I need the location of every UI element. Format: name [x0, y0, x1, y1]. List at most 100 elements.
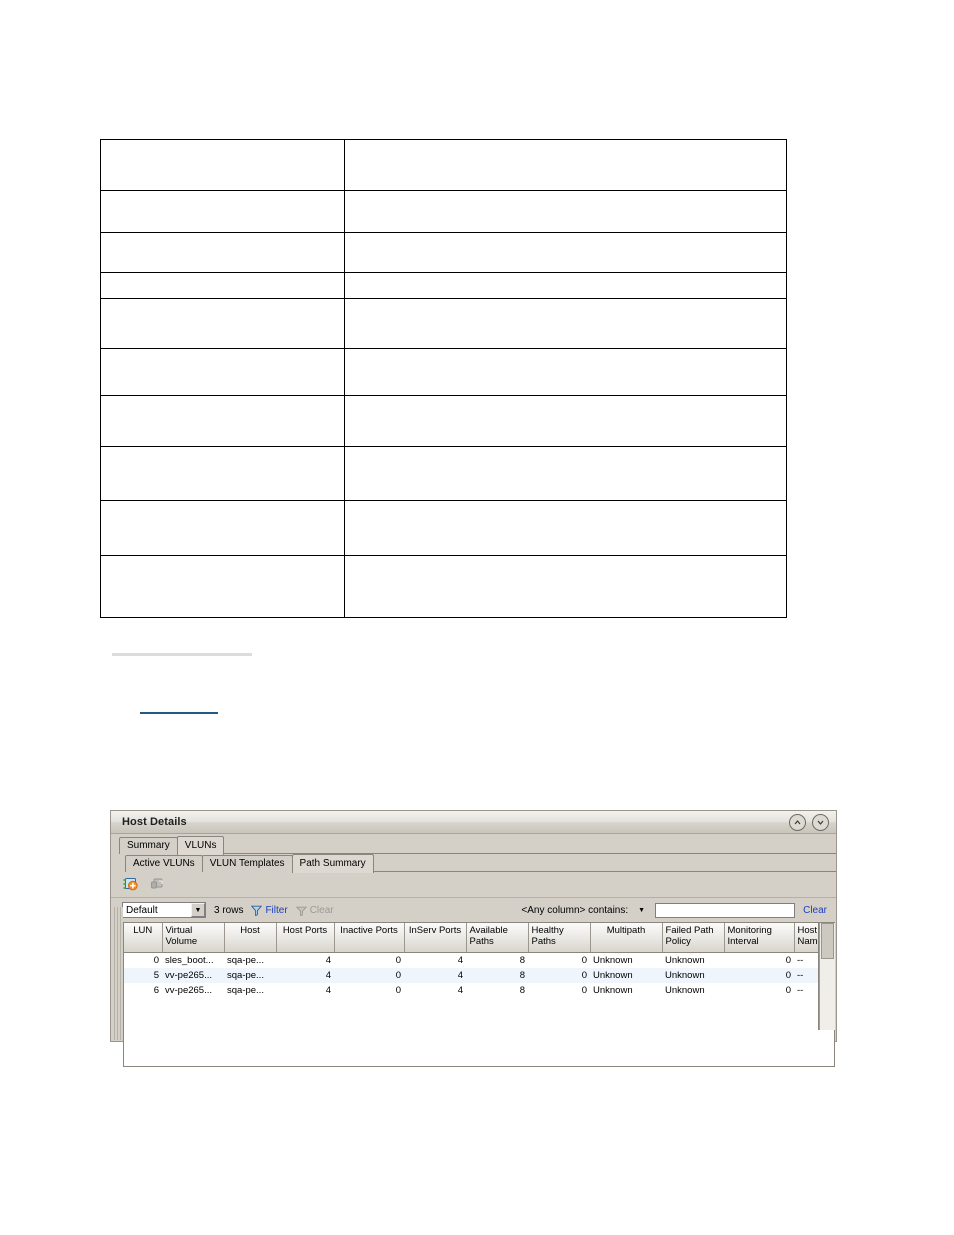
- table-cell-value: [344, 395, 787, 447]
- table-cell-value: [344, 232, 787, 273]
- column-select-chevron-down-icon[interactable]: ▼: [636, 907, 647, 914]
- table-row[interactable]: 6 vv-pe265... sqa-pe... 4 0 4 8 0 Unknow…: [124, 983, 818, 998]
- table-cell-value: [344, 446, 787, 501]
- vertical-scrollbar[interactable]: [819, 923, 835, 1030]
- cell-virtual-volume: vv-pe265...: [165, 985, 212, 996]
- table-cell-label: [100, 232, 345, 273]
- column-header-failed-path-policy[interactable]: Failed Path Policy: [662, 923, 725, 953]
- table-cell-value: [344, 139, 787, 191]
- tab-path-summary[interactable]: Path Summary: [291, 854, 374, 873]
- refresh-paths-icon[interactable]: [123, 877, 139, 892]
- horizontal-divider-rule: [112, 653, 252, 656]
- clear-funnel-icon: [295, 906, 307, 916]
- cell-healthy-paths: 0: [581, 955, 587, 966]
- chevron-down-icon: [817, 820, 824, 825]
- column-header-host-device-name[interactable]: Host Device Name: [794, 923, 818, 953]
- filter-button[interactable]: Filter: [251, 904, 288, 916]
- cell-failed-path-policy: Unknown: [662, 968, 724, 983]
- cell-multipath: Unknown: [590, 968, 662, 983]
- cell-monitoring-interval: 0: [785, 955, 791, 966]
- gutter-line: [114, 907, 115, 1040]
- table-cell-value: [344, 500, 787, 556]
- tab-vluns[interactable]: VLUNs: [176, 836, 225, 855]
- refresh-paths-glyph: [123, 878, 138, 891]
- table-cell-value: [344, 348, 787, 396]
- cell-failed-path-policy: Unknown: [665, 985, 705, 996]
- collapse-icon[interactable]: [789, 814, 806, 831]
- page-title: Host Details: [122, 816, 187, 828]
- export-icon: [150, 877, 166, 892]
- path-summary-table: LUN Virtual Volume Host Host Ports Inact…: [124, 923, 818, 999]
- table-row: [100, 395, 787, 447]
- column-header-multipath[interactable]: Multipath: [590, 923, 663, 953]
- chevron-up-icon: [794, 820, 801, 825]
- search-input[interactable]: [655, 902, 796, 918]
- clear-search-button[interactable]: Clear: [803, 905, 827, 916]
- table-cell-label: [100, 298, 345, 349]
- table-cell-label: [100, 272, 345, 299]
- cell-failed-path-policy: Unknown: [665, 955, 705, 966]
- cell-inactive-ports: 0: [334, 968, 404, 983]
- cell-inserv-ports: 4: [457, 955, 463, 966]
- column-header-virtual-volume[interactable]: Virtual Volume: [162, 923, 225, 953]
- filter-bar: Default ▼ 3 rows Filter Clear <Any colum…: [111, 898, 836, 922]
- panel-titlebar: Host Details: [111, 811, 836, 834]
- column-select-label: <Any column> contains:: [521, 904, 629, 916]
- cell-monitoring-interval: 0: [785, 985, 791, 996]
- primary-tab-strip: Summary VLUNs: [111, 834, 836, 855]
- clear-filter-button[interactable]: Clear: [295, 905, 334, 916]
- cell-virtual-volume: sles_boot...: [165, 955, 214, 966]
- column-header-healthy-paths[interactable]: Healthy Paths: [528, 923, 591, 953]
- cell-available-paths: 8: [519, 955, 525, 966]
- table-body: 0 sles_boot... sqa-pe... 4 0 4 8 0 Unkno…: [124, 953, 818, 999]
- column-header-lun[interactable]: LUN: [124, 923, 163, 953]
- table-row[interactable]: 0 sles_boot... sqa-pe... 4 0 4 8 0 Unkno…: [124, 953, 818, 969]
- cell-healthy-paths: 0: [528, 968, 590, 983]
- primary-tab-filler: [223, 837, 836, 854]
- table-cell-label: [100, 446, 345, 501]
- grid-empty-area: [123, 1030, 835, 1067]
- filter-label: Filter: [265, 904, 288, 916]
- cell-host: sqa-pe...: [227, 955, 264, 966]
- cell-host-device-name: --: [794, 968, 818, 983]
- table-cell-value: [344, 190, 787, 233]
- column-header-inserv-ports[interactable]: InServ Ports: [404, 923, 467, 953]
- cell-healthy-paths: 0: [581, 985, 587, 996]
- cell-lun: 5: [124, 968, 162, 983]
- tab-active-vluns[interactable]: Active VLUNs: [125, 855, 203, 872]
- table-row[interactable]: 5 vv-pe265... sqa-pe... 4 0 4 8 0 Unknow…: [124, 968, 818, 983]
- column-header-host-ports[interactable]: Host Ports: [276, 923, 335, 953]
- column-header-inactive-ports[interactable]: Inactive Ports: [334, 923, 405, 953]
- cell-host-device-name: --: [797, 955, 804, 966]
- column-header-host[interactable]: Host: [224, 923, 277, 953]
- tab-summary[interactable]: Summary: [119, 837, 178, 854]
- funnel-icon: [251, 905, 263, 916]
- titlebar-buttons: [789, 814, 829, 831]
- secondary-tab-strip: Active VLUNs VLUN Templates Path Summary: [111, 854, 836, 873]
- cell-multipath: Unknown: [593, 955, 633, 966]
- scrollbar-thumb[interactable]: [821, 923, 834, 959]
- cross-reference-link-underline[interactable]: [140, 712, 218, 714]
- document-spec-table: [100, 139, 787, 618]
- cell-virtual-volume: vv-pe265...: [162, 968, 224, 983]
- table-header: LUN Virtual Volume Host Host Ports Inact…: [124, 923, 818, 953]
- tab-vlun-templates[interactable]: VLUN Templates: [201, 855, 293, 872]
- column-header-monitoring-interval[interactable]: Monitoring Interval: [724, 923, 795, 953]
- table-cell-label: [100, 555, 345, 618]
- table-row: [100, 500, 787, 556]
- cell-host: sqa-pe...: [224, 968, 276, 983]
- expand-icon[interactable]: [812, 814, 829, 831]
- table-cell-label: [100, 139, 345, 191]
- table-cell-label: [100, 395, 345, 447]
- gutter-line: [117, 907, 118, 1040]
- table-row: [100, 348, 787, 396]
- cell-inactive-ports: 0: [395, 955, 401, 966]
- view-select-value: Default: [126, 904, 158, 916]
- chevron-down-icon[interactable]: ▼: [191, 903, 205, 917]
- grid-viewport: LUN Virtual Volume Host Host Ports Inact…: [123, 923, 819, 1030]
- cell-host: sqa-pe...: [227, 985, 264, 996]
- cell-inserv-ports: 4: [404, 968, 466, 983]
- column-header-available-paths[interactable]: Available Paths: [466, 923, 529, 953]
- cell-available-paths: 8: [519, 985, 525, 996]
- view-select[interactable]: Default ▼: [122, 902, 206, 918]
